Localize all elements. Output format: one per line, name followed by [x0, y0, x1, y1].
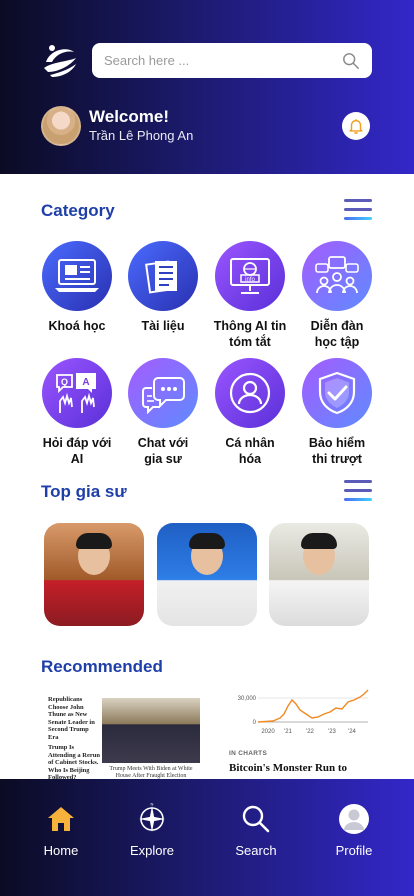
- chart-tick-label: '24: [348, 729, 356, 735]
- category-label: Hỏi đáp với: [42, 436, 112, 450]
- search-input[interactable]: [104, 53, 342, 68]
- tutors-menu-icon[interactable]: [344, 480, 372, 502]
- news-caption: Trump Meets With Biden at White House Af…: [109, 766, 193, 779]
- recommended-article-card[interactable]: Republicans Choose John Thune as New Sen…: [42, 688, 202, 780]
- tutor-card[interactable]: [44, 523, 144, 626]
- user-name: Trần Lê Phong An: [89, 128, 194, 143]
- bell-icon: [349, 119, 363, 134]
- category-label-line2: tóm tắt: [229, 335, 271, 349]
- bitcoin-chart: 30,000 0 2020 '21 '22 '23 '24: [238, 689, 369, 735]
- user-avatar[interactable]: [41, 106, 81, 146]
- info-monitor-icon: info: [230, 258, 270, 294]
- chart-tick-label: 0: [253, 720, 257, 726]
- app-logo-icon: [44, 45, 76, 77]
- nav-profile[interactable]: Profile: [314, 803, 394, 858]
- chart-tick-label: '22: [306, 729, 314, 735]
- search-bar[interactable]: [92, 43, 372, 78]
- tutor-card[interactable]: [157, 523, 257, 626]
- nav-home-label: Home: [43, 843, 79, 858]
- svg-text:A: A: [82, 377, 89, 388]
- chart-line: [257, 689, 369, 723]
- search-icon[interactable]: [342, 52, 360, 70]
- category-item-tai-lieu[interactable]: Tài liệu: [120, 241, 206, 334]
- nav-profile-label: Profile: [335, 843, 373, 858]
- shield-check-icon: [318, 371, 356, 415]
- category-item-hoi-dap-ai[interactable]: Q A Hỏi đáp với AI: [34, 358, 120, 467]
- app-header: Welcome! Trần Lê Phong An: [0, 0, 414, 174]
- category-item-khoa-hoc[interactable]: Khoá học: [34, 241, 120, 334]
- nav-home[interactable]: Home: [21, 803, 101, 858]
- category-label: Thông AI tin: [213, 319, 287, 333]
- notification-button[interactable]: [342, 112, 370, 140]
- svg-text:Q: Q: [61, 377, 68, 387]
- news-column: Republicans Choose John Thune as New Sen…: [48, 696, 100, 780]
- person-icon: [229, 372, 271, 414]
- profile-icon: [339, 804, 369, 834]
- category-label: Chat với: [137, 436, 189, 450]
- category-label-line2: hóa: [238, 452, 262, 466]
- recommended-title: Recommended: [41, 657, 163, 676]
- chat-icon: [142, 377, 185, 414]
- category-title: Category: [41, 201, 115, 220]
- category-label: Khoá học: [48, 319, 106, 333]
- category-item-bao-hiem[interactable]: Bảo hiểm thi trượt: [294, 358, 380, 467]
- category-label-line2: thi trượt: [312, 452, 362, 466]
- tutor-hair: [76, 533, 112, 549]
- category-label-line2: AI: [70, 452, 84, 466]
- forum-group-icon: [315, 256, 359, 294]
- nav-explore[interactable]: N Explore: [112, 802, 192, 858]
- chart-tick-label: '21: [284, 729, 292, 735]
- category-label: Cá nhân: [225, 436, 275, 450]
- nav-search-label: Search: [235, 843, 277, 858]
- category-label: Diễn đàn: [310, 319, 364, 333]
- category-label-line2: gia sư: [144, 452, 182, 466]
- chart-tick-label: 2020: [261, 729, 275, 735]
- compass-icon: N: [139, 802, 165, 832]
- search-icon: [242, 805, 270, 833]
- category-menu-icon[interactable]: [344, 199, 372, 221]
- news-headline: Bitcoin's Monster Run to: [229, 762, 348, 774]
- recommended-chart-card[interactable]: 30,000 0 2020 '21 '22 '23 '24 IN CHARTS …: [228, 688, 388, 780]
- qa-bubbles-icon: Q A: [56, 373, 96, 413]
- chart-tick-label: '23: [328, 729, 336, 735]
- category-item-thong-tin-ai[interactable]: info Thông AI tin tóm tắt: [207, 241, 293, 350]
- category-label: Bảo hiểm: [308, 436, 366, 450]
- news-photo: [102, 698, 200, 763]
- category-label-line2: học tập: [314, 335, 360, 349]
- top-tutors-title: Top gia sư: [41, 482, 127, 501]
- home-icon: [48, 807, 74, 831]
- nav-search[interactable]: Search: [216, 803, 296, 858]
- svg-text:N: N: [151, 802, 154, 807]
- category-item-ca-nhan-hoa[interactable]: Cá nhân hóa: [207, 358, 293, 467]
- news-headline-2: Trump Is Attending a Rerun of Cabinet St…: [48, 744, 101, 780]
- category-label: Tài liệu: [141, 319, 185, 333]
- bottom-navigation: Home N Explore Search Profile: [0, 779, 414, 896]
- course-monitor-icon: [55, 259, 99, 292]
- news-section-label: IN CHARTS: [229, 750, 268, 757]
- svg-text:info: info: [245, 277, 255, 283]
- news-headline: Republicans Choose John Thune as New Sen…: [48, 696, 95, 741]
- category-item-dien-dan[interactable]: Diễn đàn học tập: [294, 241, 380, 350]
- welcome-text: Welcome!: [89, 107, 169, 126]
- category-item-chat-gia-su[interactable]: Chat với gia sư: [120, 358, 206, 467]
- tutor-card[interactable]: [269, 523, 369, 626]
- tutor-hair: [189, 533, 225, 549]
- documents-icon: [145, 260, 177, 294]
- chart-tick-label: 30,000: [238, 696, 257, 702]
- nav-explore-label: Explore: [129, 843, 175, 858]
- tutor-hair: [301, 533, 337, 549]
